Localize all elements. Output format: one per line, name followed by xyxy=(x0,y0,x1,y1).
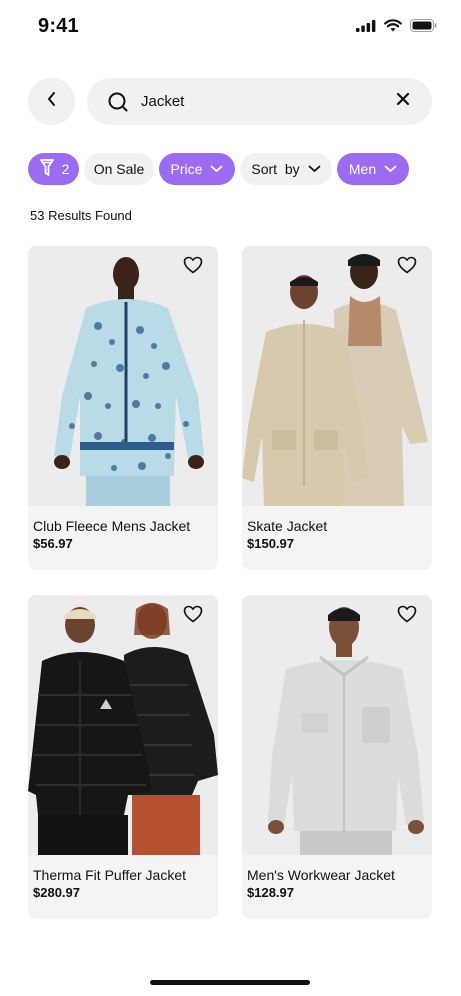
results-count: 53 Results Found xyxy=(30,208,132,223)
status-icons xyxy=(356,19,437,32)
filter-icon xyxy=(38,158,56,181)
product-card[interactable]: Men's Workwear Jacket $128.97 xyxy=(242,595,432,919)
product-name: Club Fleece Mens Jacket xyxy=(33,518,191,534)
product-price: $56.97 xyxy=(33,536,73,551)
home-indicator[interactable] xyxy=(150,980,310,985)
battery-icon xyxy=(410,19,437,32)
back-button[interactable] xyxy=(28,78,75,125)
filter-chips: 2 On Sale Price Sort by Men xyxy=(28,153,409,185)
product-image xyxy=(28,246,218,506)
cellular-signal-icon xyxy=(356,19,376,32)
favorite-button[interactable] xyxy=(182,256,204,278)
search-icon xyxy=(107,91,129,113)
status-time: 9:41 xyxy=(38,15,79,37)
filter-count-badge: 2 xyxy=(61,161,70,177)
chip-price[interactable]: Price xyxy=(159,153,235,185)
chip-on-sale[interactable]: On Sale xyxy=(84,153,154,185)
product-name: Men's Workwear Jacket xyxy=(247,867,395,883)
chevron-left-icon xyxy=(46,91,58,112)
product-image xyxy=(242,595,432,855)
favorite-button[interactable] xyxy=(182,605,204,627)
heart-outline-icon xyxy=(183,256,203,279)
chevron-down-icon xyxy=(384,165,397,173)
product-card[interactable]: Skate Jacket $150.97 xyxy=(242,246,432,570)
chip-on-sale-label: On Sale xyxy=(93,161,145,177)
filter-button[interactable]: 2 xyxy=(28,153,79,185)
chevron-down-icon xyxy=(210,165,223,173)
heart-outline-icon xyxy=(397,256,417,279)
clear-search-button[interactable] xyxy=(392,91,414,113)
product-price: $280.97 xyxy=(33,885,80,900)
search-input[interactable] xyxy=(141,93,392,110)
product-info: Club Fleece Mens Jacket $56.97 xyxy=(28,506,218,570)
chip-men-label: Men xyxy=(348,161,377,177)
heart-outline-icon xyxy=(183,605,203,628)
product-image xyxy=(242,246,432,506)
favorite-button[interactable] xyxy=(396,256,418,278)
product-name: Therma Fit Puffer Jacket xyxy=(33,867,187,883)
product-image xyxy=(28,595,218,855)
product-card[interactable]: Therma Fit Puffer Jacket $280.97 xyxy=(28,595,218,919)
status-bar: 9:41 xyxy=(0,0,461,56)
product-card[interactable]: Club Fleece Mens Jacket $56.97 xyxy=(28,246,218,570)
chip-men[interactable]: Men xyxy=(337,153,409,185)
product-info: Skate Jacket $150.97 xyxy=(242,506,432,570)
product-price: $128.97 xyxy=(247,885,294,900)
product-info: Men's Workwear Jacket $128.97 xyxy=(242,855,432,919)
product-name: Skate Jacket xyxy=(247,518,328,534)
product-info: Therma Fit Puffer Jacket $280.97 xyxy=(28,855,218,919)
favorite-button[interactable] xyxy=(396,605,418,627)
chip-sort-by-label: Sort by xyxy=(251,161,300,177)
product-price: $150.97 xyxy=(247,536,294,551)
heart-outline-icon xyxy=(397,605,417,628)
wifi-icon xyxy=(384,19,402,32)
chip-sort-by[interactable]: Sort by xyxy=(240,153,332,185)
chevron-down-icon xyxy=(308,165,321,173)
search-bar[interactable] xyxy=(87,78,432,125)
chip-price-label: Price xyxy=(170,161,203,177)
close-icon xyxy=(396,92,410,111)
